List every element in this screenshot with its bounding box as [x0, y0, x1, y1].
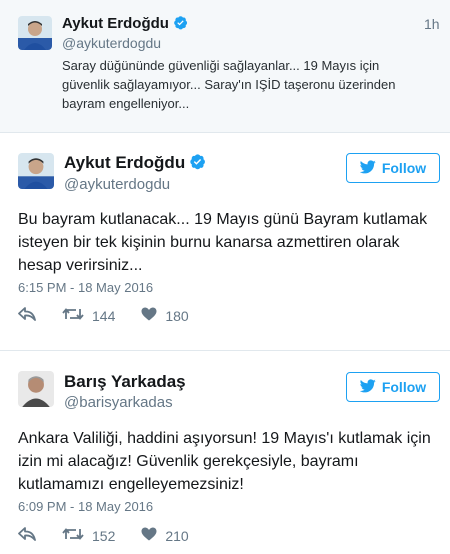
time-ago[interactable]: 1h	[424, 16, 440, 32]
tweet-card: Barış Yarkadaş @barisyarkadas Follow Ank…	[0, 351, 450, 554]
retweet-count: 152	[92, 527, 116, 544]
retweet-count: 144	[92, 307, 116, 324]
follow-button[interactable]: Follow	[346, 153, 440, 183]
reply-icon	[18, 527, 36, 544]
follow-label: Follow	[381, 379, 427, 395]
display-name[interactable]: Aykut Erdoğdu	[62, 15, 188, 34]
retweet-button[interactable]: 152	[62, 527, 115, 544]
avatar[interactable]	[18, 16, 52, 50]
verified-icon	[189, 153, 206, 175]
tweet-text: Ankara Valiliği, haddini aşıyorsun! 19 M…	[18, 430, 431, 493]
like-count: 210	[165, 527, 189, 544]
handle[interactable]: @barisyarkadas	[64, 394, 173, 411]
handle[interactable]: @aykuterdogdu	[64, 176, 170, 193]
reply-button[interactable]	[18, 527, 36, 544]
tweet-actions: 144 180	[18, 307, 215, 324]
twitter-bird-icon	[359, 159, 376, 177]
like-button[interactable]: 210	[141, 527, 189, 544]
reply-button[interactable]	[18, 307, 36, 324]
verified-icon	[173, 15, 188, 34]
follow-label: Follow	[381, 160, 427, 176]
retweet-icon	[62, 307, 84, 324]
like-icon	[141, 527, 157, 544]
display-name[interactable]: Aykut Erdoğdu	[64, 153, 206, 175]
tweet-text: Saray düğününde güvenliği sağlayanlar...…	[62, 58, 396, 111]
like-icon	[141, 307, 157, 324]
retweet-icon	[62, 527, 84, 544]
timestamp[interactable]: 6:09 PM - 18 May 2016	[18, 499, 153, 514]
display-name[interactable]: Barış Yarkadaş	[64, 372, 186, 392]
reply-icon	[18, 307, 36, 324]
tweet-text: Bu bayram kutlanacak... 19 Mayıs günü Ba…	[18, 211, 428, 274]
retweet-button[interactable]: 144	[62, 307, 115, 324]
avatar[interactable]	[18, 371, 54, 407]
timestamp[interactable]: 6:15 PM - 18 May 2016	[18, 280, 153, 295]
follow-button[interactable]: Follow	[346, 372, 440, 402]
like-button[interactable]: 180	[141, 307, 189, 324]
handle[interactable]: @aykuterdogdu	[62, 35, 161, 51]
tweet-actions: 152 210	[18, 527, 215, 544]
twitter-bird-icon	[359, 378, 376, 396]
like-count: 180	[165, 307, 189, 324]
tweet-card: Aykut Erdoğdu @aykuterdogdu Follow Bu ba…	[0, 133, 450, 348]
quoted-tweet[interactable]: Aykut Erdoğdu @aykuterdogdu 1h Saray düğ…	[0, 0, 450, 133]
avatar[interactable]	[18, 153, 54, 189]
